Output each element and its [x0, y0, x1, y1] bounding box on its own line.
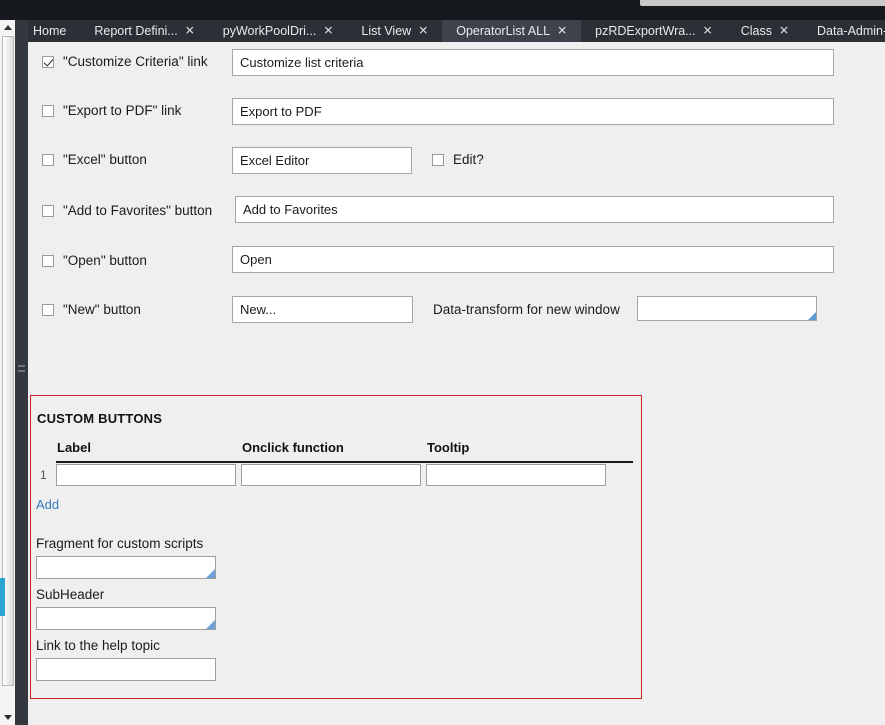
splitter-grip-icon[interactable]	[18, 365, 25, 374]
tab-pyworkpooldri[interactable]: pyWorkPoolDri... ✕	[209, 20, 348, 42]
label-customize-criteria: "Customize Criteria" link	[63, 54, 208, 69]
input-custom-button-label[interactable]	[56, 464, 236, 486]
label-add-to-favorites: "Add to Favorites" button	[63, 203, 213, 218]
tab-list: Home Report Defini... ✕ pyWorkPoolDri... ✕ Li…	[19, 20, 885, 42]
tab-label: pzRDExportWra...	[595, 23, 696, 38]
add-row-link[interactable]: Add	[36, 497, 59, 512]
row-excel-edit-toggle[interactable]: Edit?	[432, 152, 484, 167]
custom-buttons-title: CUSTOM BUTTONS	[37, 411, 163, 426]
tab-label: Class	[740, 23, 772, 38]
value-customize-criteria: Customize list criteria	[240, 55, 364, 70]
row-open-button-toggle[interactable]: "Open" button	[42, 253, 147, 268]
column-header-onclick-function: Onclick function	[242, 440, 344, 455]
checkbox-export-to-pdf[interactable]	[42, 104, 54, 117]
form-content-pane: "Customize Criteria" link Customize list…	[28, 42, 885, 725]
close-icon[interactable]: ✕	[323, 25, 333, 37]
tab-class[interactable]: Class ✕	[727, 20, 803, 42]
scroll-down-arrow-icon[interactable]	[0, 710, 15, 725]
custom-buttons-grid-header: Label Onclick function Tooltip	[31, 440, 641, 460]
value-new-button: New...	[240, 302, 277, 317]
window-vertical-scrollbar[interactable]	[0, 20, 15, 725]
tab-home[interactable]: Home	[19, 20, 80, 42]
tab-list-view[interactable]: List View ✕	[347, 20, 442, 42]
tab-label: Home	[33, 23, 67, 38]
checkbox-open-button[interactable]	[42, 254, 54, 267]
label-export-to-pdf: "Export to PDF" link	[63, 103, 182, 118]
tab-label: List View	[361, 23, 412, 38]
value-open-button: Open	[240, 252, 272, 267]
input-link-to-help-topic[interactable]	[36, 658, 216, 681]
checkbox-new-button[interactable]	[42, 303, 54, 316]
label-excel-button: "Excel" button	[63, 152, 147, 167]
input-add-to-favorites-text[interactable]: Add to Favorites	[235, 196, 834, 223]
value-excel-button: Excel Editor	[240, 153, 310, 168]
label-new-button: "New" button	[63, 302, 141, 317]
label-subheader: SubHeader	[36, 587, 105, 602]
input-custom-button-tooltip[interactable]	[426, 464, 606, 486]
row-customize-criteria-toggle[interactable]: "Customize Criteria" link	[42, 54, 208, 69]
input-export-to-pdf-text[interactable]: Export to PDF	[232, 98, 834, 125]
close-icon[interactable]: ✕	[185, 25, 195, 37]
label-link-to-help-topic: Link to the help topic	[36, 638, 160, 653]
grid-header-divider	[56, 461, 633, 463]
tab-pzrdexportwra[interactable]: pzRDExportWra... ✕	[581, 20, 727, 42]
custom-buttons-panel: CUSTOM BUTTONS Label Onclick function To…	[30, 395, 642, 699]
value-export-to-pdf: Export to PDF	[240, 104, 322, 119]
label-excel-edit: Edit?	[453, 152, 484, 167]
close-icon[interactable]: ✕	[703, 25, 713, 37]
label-open-button: "Open" button	[63, 253, 147, 268]
tab-label: Data-Admin-Op...	[817, 23, 885, 38]
table-row-number: 1	[40, 468, 47, 482]
value-add-to-favorites: Add to Favorites	[243, 202, 338, 217]
tab-report-defini[interactable]: Report Defini... ✕	[80, 20, 208, 42]
checkbox-customize-criteria[interactable]	[42, 55, 54, 68]
floating-toolbar[interactable]	[640, 0, 885, 6]
input-custom-button-onclick[interactable]	[241, 464, 421, 486]
input-subheader[interactable]	[36, 607, 216, 630]
input-customize-criteria-text[interactable]: Customize list criteria	[232, 49, 834, 76]
close-icon[interactable]: ✕	[779, 25, 789, 37]
scroll-up-arrow-icon[interactable]	[0, 20, 15, 35]
row-excel-button-toggle[interactable]: "Excel" button	[42, 152, 147, 167]
input-fragment-for-custom-scripts[interactable]	[36, 556, 216, 579]
accent-indicator-strip	[0, 578, 5, 616]
row-export-to-pdf-toggle[interactable]: "Export to PDF" link	[42, 103, 181, 118]
column-header-label: Label	[57, 440, 91, 455]
checkbox-excel-edit[interactable]	[432, 153, 444, 166]
label-data-transform-new-window: Data-transform for new window	[433, 302, 620, 317]
tab-operatorlist-all[interactable]: OperatorList ALL ✕	[442, 20, 582, 42]
input-open-button-text[interactable]: Open	[232, 246, 834, 273]
tab-label: pyWorkPoolDri...	[222, 23, 317, 38]
input-data-transform-new-window[interactable]	[637, 296, 817, 321]
row-add-to-favorites-toggle[interactable]: "Add to Favorites" button	[42, 203, 212, 218]
panel-splitter[interactable]	[15, 20, 28, 725]
label-fragment-for-custom-scripts: Fragment for custom scripts	[36, 536, 204, 551]
checkbox-excel-button[interactable]	[42, 153, 54, 166]
close-icon[interactable]: ✕	[418, 25, 428, 37]
input-excel-button-text[interactable]: Excel Editor	[232, 147, 412, 174]
checkbox-add-to-favorites[interactable]	[42, 204, 54, 217]
tab-data-admin-op[interactable]: Data-Admin-Op...	[803, 20, 885, 42]
browser-tab-bar: Home Report Defini... ✕ pyWorkPoolDri... ✕ Li…	[0, 20, 885, 42]
row-new-button-toggle[interactable]: "New" button	[42, 302, 141, 317]
window-top-strip	[0, 0, 885, 20]
close-icon[interactable]: ✕	[557, 25, 567, 37]
tab-label: OperatorList ALL	[456, 23, 551, 38]
tab-label: Report Defini...	[94, 23, 178, 38]
column-header-tooltip: Tooltip	[427, 440, 470, 455]
app-window: Home Report Defini... ✕ pyWorkPoolDri... ✕ Li…	[0, 0, 885, 725]
input-new-button-text[interactable]: New...	[232, 296, 413, 323]
